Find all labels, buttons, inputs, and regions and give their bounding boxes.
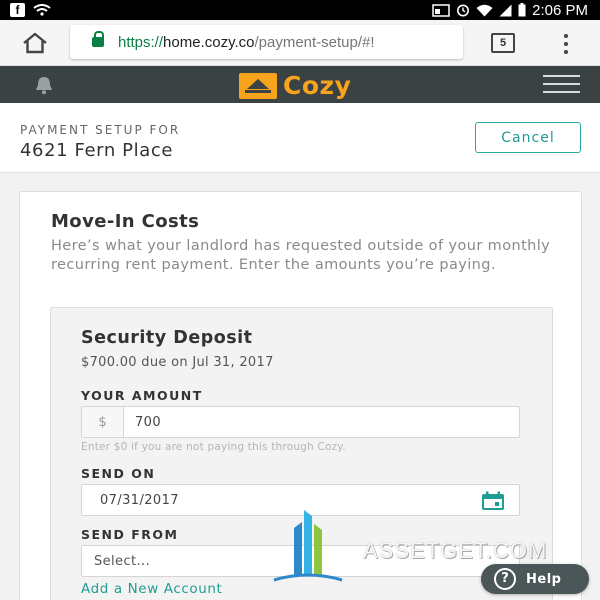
help-icon: ? [494,568,516,590]
url-text: https://home.cozy.co/payment-setup/#! [118,33,375,51]
move-in-costs-description: Here’s what your landlord has requested … [51,238,551,273]
logo-text: Cozy [283,71,352,100]
security-deposit-due: $700.00 due on Jul 31, 2017 [81,355,274,370]
screen: f 2:06 PM https://home.cozy.co/payment-s… [0,0,600,600]
help-button[interactable]: ? Help [481,564,589,594]
currency-prefix: $ [82,407,124,437]
browser-toolbar: https://home.cozy.co/payment-setup/#! 5 [0,20,600,66]
cancel-button[interactable]: Cancel [475,122,581,153]
add-new-account-link[interactable]: Add a New Account [81,581,222,597]
payment-setup-header: PAYMENT SETUP FOR 4621 Fern Place Cancel [0,103,600,173]
cozy-logo[interactable]: Cozy [239,71,351,100]
amount-input[interactable]: $ 700 [81,406,520,438]
property-address: 4621 Fern Place [20,140,174,161]
status-bar: f 2:06 PM [0,0,600,20]
amount-value: 700 [135,414,162,430]
home-icon [23,32,47,53]
facebook-icon: f [10,3,25,17]
app-header: Cozy [0,66,600,103]
send-from-label: SEND FROM [81,527,179,542]
payment-setup-label: PAYMENT SETUP FOR [20,123,181,137]
alarm-icon [457,4,470,17]
browser-menu-icon[interactable] [556,32,576,56]
status-time: 2:06 PM [532,1,588,19]
tab-switcher-button[interactable]: 5 [491,33,515,53]
hamburger-menu-icon[interactable] [543,75,580,93]
cast-icon [432,3,450,17]
cozy-logo-icon [239,72,277,99]
cell-signal-icon [499,4,512,16]
wifi-icon [33,4,51,16]
status-bar-notifications: f [0,3,51,17]
wifi-signal-icon [476,4,493,16]
calendar-icon[interactable] [481,491,505,511]
send-on-date-value: 07/31/2017 [100,492,179,508]
bell-icon[interactable] [33,75,55,95]
send-on-label: SEND ON [81,466,156,481]
watermark-logo-icon [273,510,343,582]
address-bar[interactable]: https://home.cozy.co/payment-setup/#! [70,25,463,59]
home-button[interactable] [16,24,54,62]
amount-hint: Enter $0 if you are not paying this thro… [81,441,346,453]
battery-icon [518,3,526,17]
watermark-text: ASSETGET.COM [363,538,548,563]
lock-icon [92,31,104,47]
security-deposit-title: Security Deposit [81,328,253,348]
help-label: Help [526,571,562,587]
move-in-costs-title: Move-In Costs [51,211,200,232]
your-amount-label: YOUR AMOUNT [81,388,203,403]
status-bar-system: 2:06 PM [432,2,600,19]
